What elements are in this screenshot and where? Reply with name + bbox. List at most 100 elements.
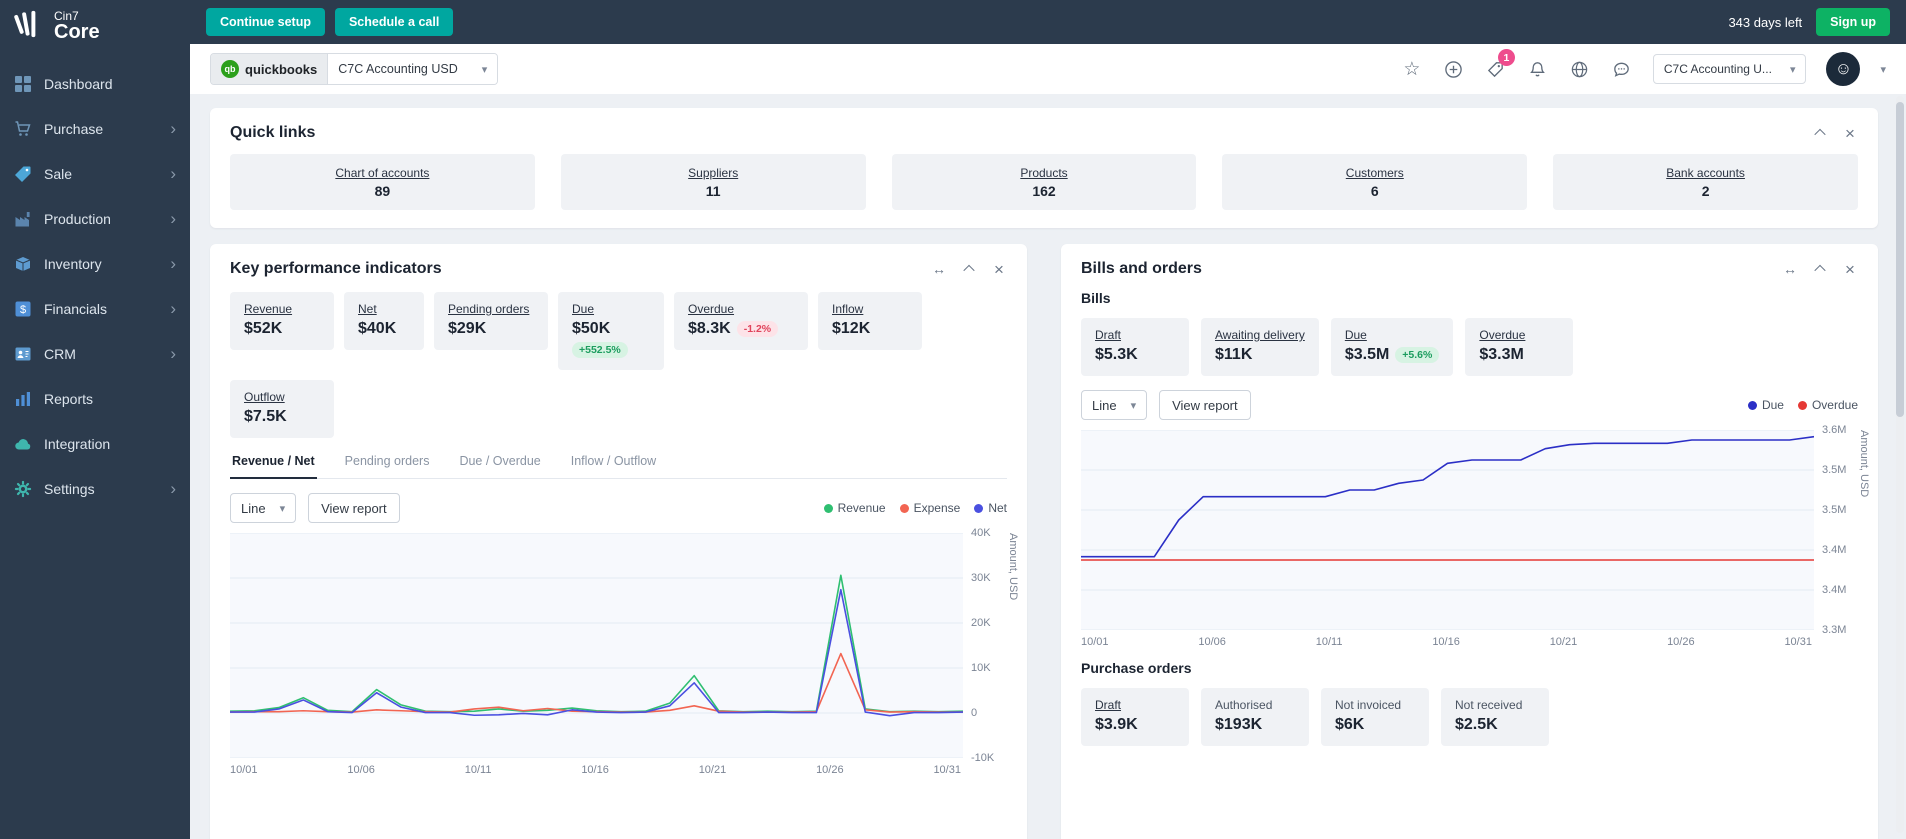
globe-icon[interactable] bbox=[1569, 58, 1591, 80]
sidebar-nav: Dashboard Purchase › Sale › Production ›… bbox=[0, 61, 190, 511]
quick-link-label[interactable]: Chart of accounts bbox=[335, 166, 429, 180]
notification-badge: 1 bbox=[1497, 49, 1515, 66]
price-tag-icon[interactable]: 1 bbox=[1485, 49, 1515, 80]
sidebar-item-purchase[interactable]: Purchase › bbox=[0, 106, 190, 151]
resize-icon[interactable]: ↔ bbox=[931, 261, 947, 277]
kpi-tile-link[interactable]: Pending orders bbox=[448, 302, 534, 316]
kpi-controls: Line ▾ View report Revenue Expense Net bbox=[210, 479, 1027, 523]
star-icon[interactable]: ☆ bbox=[1401, 58, 1423, 80]
chevron-down-icon: ▾ bbox=[481, 63, 488, 76]
close-icon[interactable]: × bbox=[1842, 125, 1858, 142]
bill-tile-value: $11K bbox=[1215, 346, 1253, 363]
svg-text:$: $ bbox=[20, 304, 26, 316]
tab-inflow-outflow[interactable]: Inflow / Outflow bbox=[569, 454, 658, 478]
sidebar-item-dashboard[interactable]: Dashboard bbox=[0, 61, 190, 106]
sign-up-button[interactable]: Sign up bbox=[1816, 8, 1890, 36]
entity-select[interactable]: C7C Accounting USD ▾ bbox=[327, 54, 498, 84]
sidebar-item-label: Sale bbox=[44, 165, 73, 182]
bill-tiles: Draft $5.3K Awaiting delivery $11K Due $… bbox=[1061, 306, 1878, 376]
collapse-icon[interactable] bbox=[1812, 261, 1828, 277]
account-select[interactable]: C7C Accounting U... ▾ bbox=[1652, 54, 1807, 84]
kpi-tile-link[interactable]: Due bbox=[572, 302, 650, 316]
scrollbar-thumb[interactable] bbox=[1896, 102, 1904, 417]
close-icon[interactable]: × bbox=[1842, 261, 1858, 278]
cloud-icon bbox=[14, 435, 32, 453]
kpi-tile-link[interactable]: Inflow bbox=[832, 302, 908, 316]
sidebar-item-production[interactable]: Production › bbox=[0, 196, 190, 241]
bell-icon[interactable] bbox=[1527, 58, 1549, 80]
legend-item-revenue: Revenue bbox=[823, 501, 886, 515]
quick-link-products: Products 162 bbox=[891, 154, 1197, 210]
quick-link-label[interactable]: Suppliers bbox=[688, 166, 738, 180]
tab-due-overdue[interactable]: Due / Overdue bbox=[457, 454, 542, 478]
tab-revenue-net[interactable]: Revenue / Net bbox=[230, 454, 317, 479]
x-axis-tick-label: 10/01 bbox=[230, 764, 258, 776]
sidebar-item-label: CRM bbox=[44, 345, 76, 362]
quick-link-label[interactable]: Bank accounts bbox=[1666, 166, 1745, 180]
quick-link-value: 89 bbox=[374, 182, 391, 199]
y-axis-tick-label: 3.5M bbox=[1822, 464, 1847, 476]
chevron-right-icon: › bbox=[170, 254, 176, 273]
kpi-tile-link[interactable]: Outflow bbox=[244, 390, 320, 404]
legend-item-overdue: Overdue bbox=[1797, 398, 1858, 412]
po-tile-not-invoiced: Not invoiced $6K bbox=[1321, 688, 1429, 746]
avatar[interactable]: ☺ bbox=[1826, 52, 1861, 86]
bill-tile-value: $3.5M bbox=[1344, 346, 1390, 363]
tab-pending-orders[interactable]: Pending orders bbox=[343, 454, 432, 478]
kpi-tile-link[interactable]: Overdue bbox=[688, 302, 794, 316]
resize-icon[interactable]: ↔ bbox=[1782, 261, 1798, 277]
quick-link-chart-of-accounts: Chart of accounts 89 bbox=[230, 154, 535, 210]
kpi-tile-due: Due $50K +552.5% bbox=[558, 292, 664, 370]
chevron-down-icon[interactable]: ▾ bbox=[1880, 63, 1886, 76]
quick-link-value: 6 bbox=[1370, 182, 1379, 199]
bill-tile-link[interactable]: Overdue bbox=[1479, 328, 1559, 342]
bill-tile-draft: Draft $5.3K bbox=[1081, 318, 1189, 376]
continue-setup-button[interactable]: Continue setup bbox=[206, 8, 325, 36]
bill-tile-link[interactable]: Draft bbox=[1095, 328, 1175, 342]
kpi-tile-inflow: Inflow $12K bbox=[818, 292, 922, 350]
kpi-view-report-button[interactable]: View report bbox=[308, 493, 400, 523]
sidebar-item-sale[interactable]: Sale › bbox=[0, 151, 190, 196]
app-logo[interactable]: Cin7 Core bbox=[0, 0, 190, 55]
bills-orders-title: Bills and orders bbox=[1081, 260, 1202, 277]
kpi-tile-link[interactable]: Net bbox=[358, 302, 410, 316]
sidebar-item-financials[interactable]: $ Financials › bbox=[0, 286, 190, 331]
sidebar-item-settings[interactable]: Settings › bbox=[0, 466, 190, 511]
bill-tile-link[interactable]: Awaiting delivery bbox=[1215, 328, 1305, 342]
bills-chart-plot bbox=[1081, 430, 1814, 630]
bill-tile-link[interactable]: Due bbox=[1345, 328, 1440, 342]
plus-circle-icon[interactable] bbox=[1443, 58, 1465, 80]
entity-select-value: C7C Accounting USD bbox=[338, 62, 458, 76]
chat-icon[interactable] bbox=[1611, 58, 1633, 80]
kpi-tile-link[interactable]: Revenue bbox=[244, 302, 320, 316]
sidebar-item-inventory[interactable]: Inventory › bbox=[0, 241, 190, 286]
x-axis-tick-label: 10/01 bbox=[1081, 636, 1109, 648]
bills-view-report-button[interactable]: View report bbox=[1159, 390, 1251, 420]
sidebar-item-crm[interactable]: CRM › bbox=[0, 331, 190, 376]
collapse-icon[interactable] bbox=[961, 261, 977, 277]
bills-chart: 3.6M 3.5M 3.5M 3.4M 3.4M 3.3M Amount, USD 10/… bbox=[1061, 420, 1878, 648]
sidebar-item-integration[interactable]: Integration bbox=[0, 421, 190, 466]
kpi-legend: Revenue Expense Net bbox=[823, 501, 1007, 515]
legend-dot bbox=[899, 503, 909, 513]
po-tile-link[interactable]: Draft bbox=[1095, 698, 1175, 712]
sidebar-item-reports[interactable]: Reports bbox=[0, 376, 190, 421]
quick-link-label[interactable]: Customers bbox=[1346, 166, 1404, 180]
schedule-call-button[interactable]: Schedule a call bbox=[334, 8, 454, 36]
legend-label: Revenue bbox=[837, 501, 886, 515]
bills-chart-x-axis: 10/01 10/06 10/11 10/16 10/21 10/26 10/31 bbox=[1081, 636, 1812, 648]
quick-link-label[interactable]: Products bbox=[1020, 166, 1067, 180]
chevron-down-icon: ▾ bbox=[1130, 399, 1137, 412]
sidebar-item-label: Purchase bbox=[44, 120, 104, 137]
dashboard-icon bbox=[14, 75, 32, 93]
box-icon bbox=[14, 255, 32, 273]
subheader-actions: ☆ 1 C7C Accounting U... ▾ ☺ ▾ bbox=[1401, 49, 1886, 86]
vertical-scrollbar[interactable] bbox=[1896, 96, 1904, 833]
close-icon[interactable]: × bbox=[991, 261, 1007, 278]
kpi-chart-type-select[interactable]: Line ▾ bbox=[230, 493, 297, 523]
bills-legend: Due Overdue bbox=[1747, 398, 1858, 412]
quick-links-title: Quick links bbox=[230, 124, 316, 141]
bills-chart-type-select[interactable]: Line ▾ bbox=[1081, 390, 1148, 420]
quickbooks-wordmark: quickbooks bbox=[245, 61, 318, 77]
collapse-icon[interactable] bbox=[1812, 125, 1828, 141]
